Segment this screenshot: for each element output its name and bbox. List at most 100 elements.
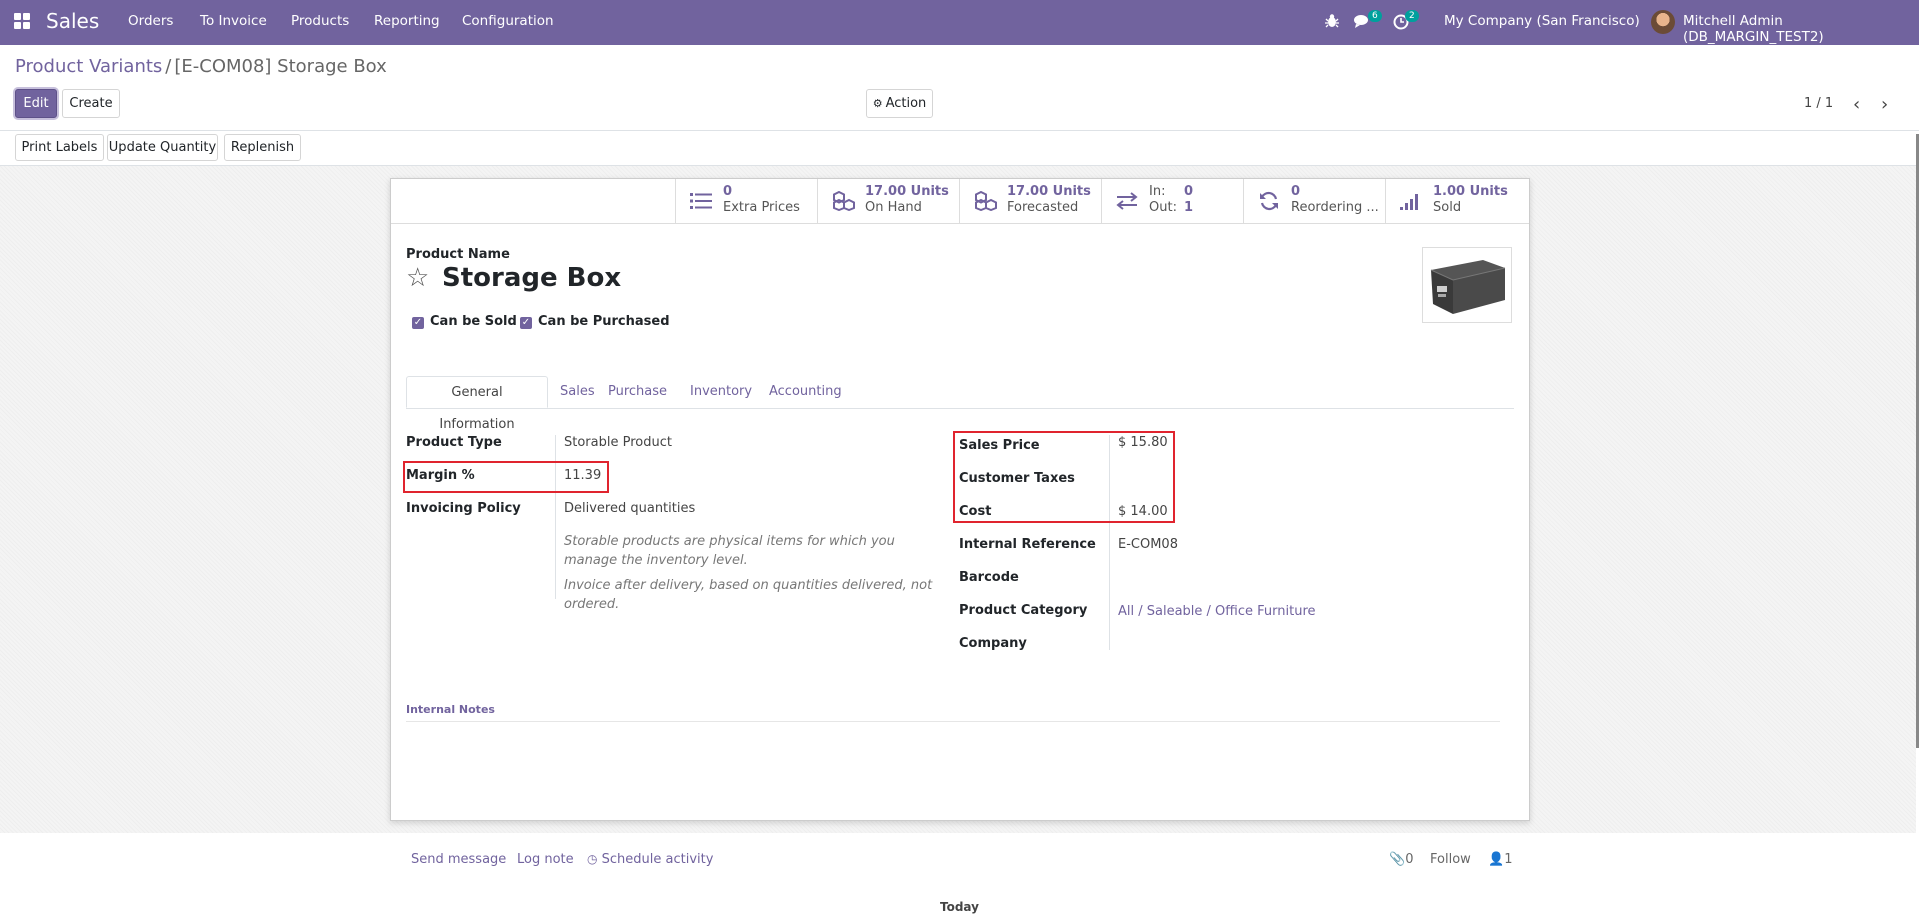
invoicing-policy-label: Invoicing Policy [406, 501, 521, 516]
breadcrumb-current: [E-COM08] Storage Box [174, 56, 387, 77]
product-name-label: Product Name [406, 247, 510, 262]
breadcrumb-separator: / [165, 56, 172, 77]
list-icon [690, 191, 712, 211]
update-quantity-button[interactable]: Update Quantity [107, 134, 218, 161]
field-separator [555, 435, 556, 599]
out-value: 1 [1184, 200, 1194, 215]
internal-reference-label: Internal Reference [959, 537, 1096, 552]
favorite-star-icon[interactable]: ☆ [406, 265, 429, 291]
top-navbar: Sales Orders To Invoice Products Reporti… [0, 0, 1919, 45]
user-icon: 👤 [1488, 852, 1505, 867]
replenish-button[interactable]: Replenish [224, 134, 301, 161]
paperclip-icon: 📎 [1389, 852, 1406, 867]
action-label: Action [885, 96, 927, 111]
out-label: Out: [1149, 200, 1177, 215]
pager-previous-icon[interactable]: ‹ [1853, 94, 1860, 115]
cubes-icon [832, 190, 855, 212]
attachments-count: 0 [1405, 852, 1414, 867]
forecasted-button[interactable]: 17.00 Units Forecasted [959, 179, 1102, 223]
send-message-button[interactable]: Send message [411, 852, 506, 867]
log-note-button[interactable]: Log note [517, 852, 574, 867]
forecasted-label: Forecasted [1007, 200, 1079, 215]
reordering-label: Reordering ... [1291, 200, 1379, 215]
menu-reporting[interactable]: Reporting [374, 13, 440, 29]
edit-button[interactable]: Edit [15, 89, 57, 118]
print-labels-button[interactable]: Print Labels [15, 134, 104, 161]
sold-value: 1.00 Units [1433, 184, 1508, 199]
menu-configuration[interactable]: Configuration [462, 13, 554, 29]
company-field[interactable] [1118, 636, 1178, 652]
action-button[interactable]: ⚙ Action [866, 89, 933, 118]
breadcrumb-product-variants[interactable]: Product Variants [15, 56, 162, 77]
product-image[interactable] [1422, 247, 1512, 323]
breadcrumb: Product Variants / [E-COM08] Storage Box [15, 56, 387, 77]
tab-accounting[interactable]: Accounting [769, 376, 842, 408]
company-switcher[interactable]: My Company (San Francisco) [1444, 13, 1640, 29]
internal-reference-field[interactable]: E-COM08 [1118, 537, 1178, 552]
clock-icon: ◷ [587, 852, 598, 866]
form-tabs: General Information Sales Purchase Inven… [406, 376, 1514, 432]
refresh-icon [1258, 191, 1280, 211]
follow-button[interactable]: Follow [1430, 852, 1471, 867]
form-sheet: 0 Extra Prices 17.00 Units On Hand 17.00… [390, 178, 1530, 821]
smart-buttons-row: 0 Extra Prices 17.00 Units On Hand 17.00… [391, 179, 1529, 224]
can-be-sold-label[interactable]: Can be Sold [430, 314, 517, 329]
invoicing-policy-field[interactable]: Delivered quantities [564, 501, 695, 516]
menu-products[interactable]: Products [291, 13, 349, 29]
barcode-label: Barcode [959, 570, 1019, 585]
today-separator: Today [940, 900, 979, 914]
invoicing-policy-help: Invoice after delivery, based on quantit… [564, 578, 933, 612]
in-value: 0 [1184, 184, 1194, 199]
user-menu[interactable]: Mitchell Admin (DB_MARGIN_TEST2) [1683, 13, 1919, 45]
product-category-field[interactable]: All / Saleable / Office Furniture [1118, 604, 1316, 619]
cubes-icon [974, 190, 997, 212]
app-name[interactable]: Sales [46, 9, 99, 33]
sold-label: Sold [1433, 200, 1462, 215]
menu-orders[interactable]: Orders [128, 13, 173, 29]
pager-next-icon[interactable]: › [1881, 94, 1888, 115]
forecasted-value: 17.00 Units [1007, 184, 1091, 199]
tab-general-information[interactable]: General Information [406, 376, 548, 432]
user-avatar[interactable] [1651, 10, 1675, 34]
on-hand-button[interactable]: 17.00 Units On Hand [817, 179, 960, 223]
can-be-purchased-label[interactable]: Can be Purchased [538, 314, 670, 329]
product-type-field[interactable]: Storable Product [564, 435, 672, 450]
followers-button[interactable]: 👤1 [1488, 852, 1512, 867]
on-hand-value: 17.00 Units [865, 184, 949, 199]
apps-menu-icon[interactable] [14, 13, 32, 31]
tab-inventory[interactable]: Inventory [690, 376, 752, 408]
product-name[interactable]: Storage Box [442, 263, 621, 293]
schedule-activity-button[interactable]: ◷ Schedule activity [587, 852, 713, 867]
reordering-button[interactable]: 0 Reordering ... [1243, 179, 1386, 223]
company-label: Company [959, 636, 1027, 651]
product-category-label: Product Category [959, 603, 1088, 618]
in-out-button[interactable]: In: 0 Out: 1 [1101, 179, 1244, 223]
product-type-label: Product Type [406, 435, 502, 450]
extra-prices-button[interactable]: 0 Extra Prices [675, 179, 818, 223]
followers-count: 1 [1504, 852, 1513, 867]
menu-to-invoice[interactable]: To Invoice [200, 13, 267, 29]
on-hand-label: On Hand [865, 200, 922, 215]
exchange-icon [1116, 191, 1138, 211]
schedule-activity-label: Schedule activity [601, 852, 714, 867]
tab-purchase[interactable]: Purchase [608, 376, 667, 408]
can-be-sold-checkbox[interactable]: ✓ [412, 317, 424, 329]
highlight-price-cost [953, 431, 1175, 523]
sold-button[interactable]: 1.00 Units Sold [1385, 179, 1530, 223]
in-label: In: [1149, 184, 1166, 199]
chatter: Send message Log note ◷ Schedule activit… [0, 833, 1919, 914]
reordering-value: 0 [1291, 184, 1301, 199]
barcode-field[interactable] [1118, 570, 1178, 586]
product-type-help: Storable products are physical items for… [564, 534, 895, 568]
highlight-margin [403, 461, 609, 493]
attachments-button[interactable]: 📎0 [1389, 852, 1413, 867]
tab-sales[interactable]: Sales [560, 376, 595, 408]
internal-notes-divider [406, 721, 1500, 722]
extra-prices-label: Extra Prices [723, 200, 800, 215]
extra-prices-value: 0 [723, 184, 733, 199]
internal-notes-field[interactable] [406, 725, 1500, 785]
create-button[interactable]: Create [62, 89, 120, 118]
bug-icon[interactable] [1325, 13, 1339, 29]
can-be-purchased-checkbox[interactable]: ✓ [520, 317, 532, 329]
pager-value[interactable]: 1 / 1 [1804, 96, 1833, 111]
